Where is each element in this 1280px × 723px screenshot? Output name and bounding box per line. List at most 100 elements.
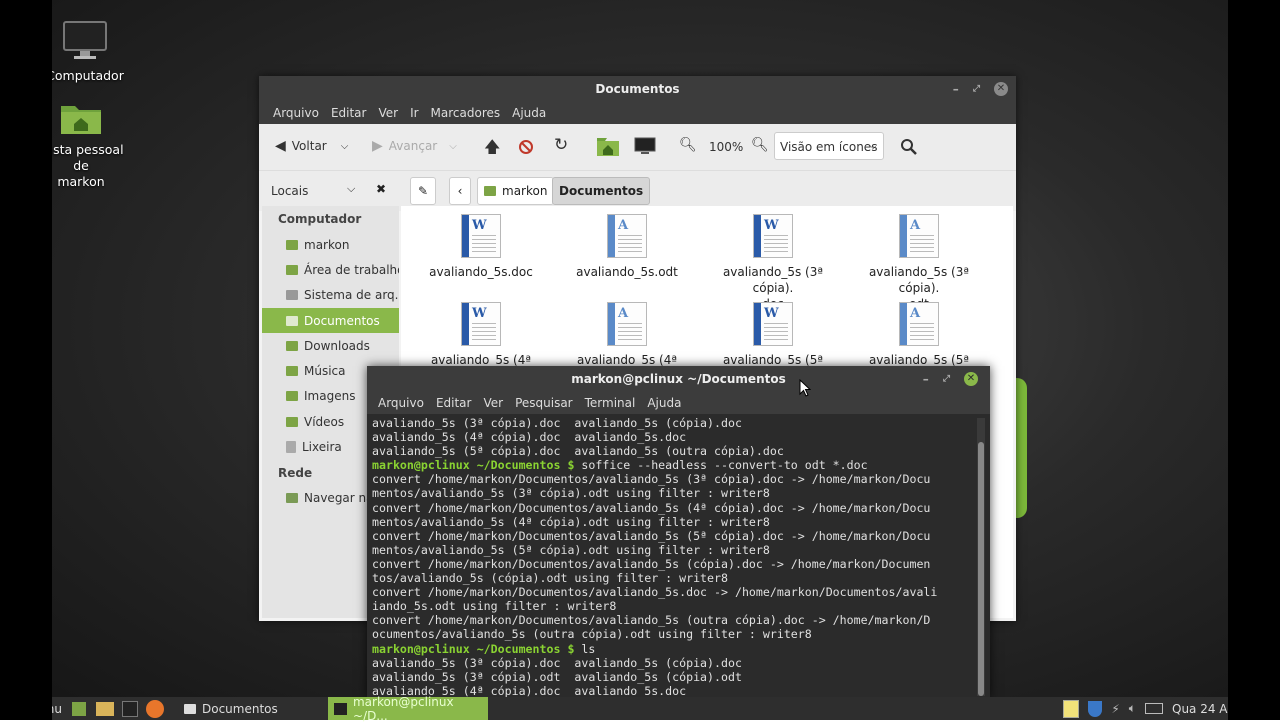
desktop-icon-computer[interactable]: Computador — [40, 20, 130, 84]
menu-editar[interactable]: Editar — [325, 106, 373, 120]
menu-ajuda[interactable]: Ajuda — [506, 106, 552, 120]
terminal-scrollbar[interactable] — [977, 418, 985, 696]
back-button[interactable]: ◀ Voltar ⌵ — [275, 138, 348, 154]
shell-command: ls — [574, 641, 596, 656]
menu-terminal[interactable]: Terminal — [579, 396, 642, 410]
chevron-down-icon[interactable]: ⌵ — [347, 182, 355, 196]
terminal-output[interactable]: avaliando_5s (3ª cópia).doc avaliando_5s… — [372, 416, 972, 698]
clock[interactable]: Qua 24 Ago — [1172, 702, 1228, 716]
arrow-left-icon: ◀ — [275, 138, 286, 154]
folder-icon — [184, 703, 196, 714]
sidebar-item-documents[interactable]: Documentos — [262, 307, 399, 334]
minimize-icon[interactable]: – — [953, 76, 959, 102]
terminal-line: convert /home/markon/Documentos/avaliand… — [372, 529, 972, 543]
maximize-icon[interactable]: ⤢ — [943, 366, 950, 392]
file-item[interactable]: Aavaliando_5s (3ª cópia).odt — [849, 214, 989, 312]
sidebar-item-markon[interactable]: markon — [262, 232, 399, 257]
menu-ver[interactable]: Ver — [477, 396, 509, 410]
sidebar-item-label: Área de trabalho — [304, 262, 399, 277]
battery-icon[interactable] — [1145, 703, 1163, 714]
terminal-output-text: convert /home/markon/Documentos/avaliand… — [372, 613, 931, 628]
close-icon[interactable]: ✕ — [964, 372, 978, 386]
menu-editar[interactable]: Editar — [430, 396, 478, 410]
location-bar: Locais ⌵ ✖ ✎ ‹ markon Documentos — [259, 170, 1016, 211]
terminal-output-text: convert /home/markon/Documentos/avaliand… — [372, 528, 931, 543]
downloads-folder-icon — [286, 340, 298, 351]
edit-path-icon[interactable]: ✎ — [410, 177, 436, 205]
notes-icon[interactable] — [1063, 699, 1080, 718]
view-mode-select[interactable]: Visão em ícones ⌵ — [774, 132, 884, 160]
forward-label: Avançar — [388, 139, 438, 153]
menu-marcadores[interactable]: Marcadores — [425, 106, 507, 120]
terminal-titlebar[interactable]: markon@pclinux ~/Documentos – ⤢ ✕ — [367, 366, 990, 392]
reload-icon[interactable]: ↻ — [554, 135, 568, 155]
menu-ajuda[interactable]: Ajuda — [641, 396, 687, 410]
terminal-output-text: convert /home/markon/Documentos/avaliand… — [372, 585, 938, 600]
home-icon[interactable] — [596, 137, 620, 157]
menu-button[interactable]: Menu — [52, 697, 66, 720]
stop-icon[interactable] — [518, 139, 534, 155]
menu-pesquisar[interactable]: Pesquisar — [509, 396, 579, 410]
left-letterbox — [0, 0, 52, 720]
zoom-out-icon[interactable]: 🔍︎ — [679, 137, 697, 153]
close-sidebar-icon[interactable]: ✖ — [376, 182, 386, 196]
up-arrow-icon[interactable]: 🡅 — [484, 136, 500, 163]
show-desktop-icon[interactable] — [72, 701, 86, 716]
terminal-line: iando_5s.odt using filter : writer8 — [372, 599, 972, 613]
terminal-line: convert /home/markon/Documentos/avaliand… — [372, 501, 972, 515]
task-documentos[interactable]: Documentos — [178, 697, 328, 720]
breadcrumb-documentos[interactable]: Documentos — [552, 177, 651, 205]
chevron-down-icon[interactable]: ⌵ — [449, 141, 457, 152]
sidebar-item-downloads[interactable]: Downloads — [262, 333, 399, 358]
chevron-down-icon[interactable]: ⌵ — [341, 141, 349, 152]
terminal-output-text: ocumentos/avaliando_5s (outra cópia).odt… — [372, 627, 812, 642]
minimize-icon[interactable]: – — [923, 366, 929, 392]
file-manager-menubar: Arquivo Editar Ver Ir Marcadores Ajuda — [259, 102, 1016, 124]
scrollbar-thumb[interactable] — [978, 442, 984, 696]
close-icon[interactable]: ✕ — [994, 82, 1008, 96]
zoom-level: 100% — [709, 140, 744, 154]
volume-icon[interactable]: 🔈︎ — [1129, 701, 1136, 716]
file-name: avaliando_5s.doc — [429, 265, 533, 279]
sidebar-item-desktop[interactable]: Área de trabalho — [262, 257, 399, 282]
forward-button[interactable]: ▶ Avançar ⌵ — [372, 138, 457, 154]
file-item[interactable]: Wavaliando_5s.doc — [411, 214, 551, 280]
file-item[interactable]: Wavaliando_5s (3ª cópia).doc — [703, 214, 843, 312]
documents-folder-icon — [286, 315, 298, 326]
network-icon — [286, 493, 298, 504]
network-icon[interactable]: ⚡ — [1111, 702, 1119, 716]
home-folder-icon — [61, 106, 101, 134]
files-launcher-icon[interactable] — [96, 701, 114, 716]
task-terminal[interactable]: markon@pclinux ~/D... — [328, 695, 488, 723]
menu-ir[interactable]: Ir — [404, 106, 424, 120]
odt-document-icon: A — [899, 214, 939, 258]
shell-command: soffice --headless --convert-to odt *.do… — [574, 458, 868, 473]
terminal-launcher-icon[interactable] — [122, 700, 138, 717]
maximize-icon[interactable]: ⤢ — [973, 76, 980, 102]
computer-icon[interactable] — [634, 137, 656, 155]
firefox-launcher-icon[interactable] — [146, 699, 164, 718]
terminal-line: avaliando_5s (4ª cópia).doc avaliando_5s… — [372, 430, 972, 444]
menu-ver[interactable]: Ver — [372, 106, 404, 120]
terminal-menubar: Arquivo Editar Ver Pesquisar Terminal Aj… — [367, 392, 990, 414]
search-icon[interactable] — [900, 138, 918, 156]
menu-arquivo[interactable]: Arquivo — [372, 396, 430, 410]
shield-icon[interactable] — [1088, 700, 1103, 717]
sidebar-item-label: Imagens — [304, 389, 356, 404]
desktop-icon-label: Computador — [46, 68, 124, 83]
file-item[interactable]: Aavaliando_5s.odt — [557, 214, 697, 280]
zoom-in-icon[interactable]: 🔍︎ — [751, 137, 769, 153]
shell-prompt: markon@pclinux ~/Documentos $ — [372, 458, 575, 473]
word-document-icon: W — [461, 302, 501, 346]
terminal-icon — [334, 702, 347, 715]
right-letterbox — [1228, 0, 1280, 720]
breadcrumb-markon[interactable]: markon — [477, 177, 555, 205]
terminal-line: avaliando_5s (5ª cópia).doc avaliando_5s… — [372, 444, 972, 458]
sidebar-item-label: Vídeos — [304, 414, 345, 429]
terminal-line: mentos/avaliando_5s (5ª cópia).odt using… — [372, 543, 972, 557]
sidebar-item-filesystem[interactable]: Sistema de arq... — [262, 283, 399, 308]
home-folder-icon — [484, 186, 496, 196]
menu-arquivo[interactable]: Arquivo — [267, 106, 325, 120]
path-back-icon[interactable]: ‹ — [449, 177, 471, 205]
file-manager-titlebar[interactable]: Documentos – ⤢ ✕ — [259, 76, 1016, 102]
